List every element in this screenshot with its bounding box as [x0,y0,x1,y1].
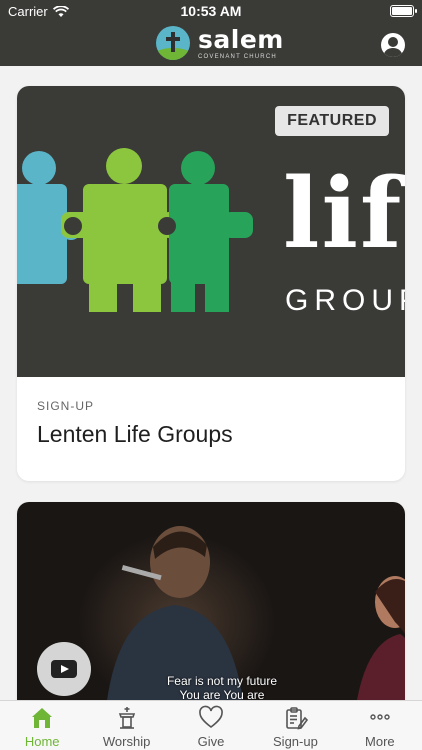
tab-label-home: Home [24,734,60,749]
tab-home[interactable]: Home [0,701,84,750]
featured-card[interactable]: life GROUP FEATURED SIGN-UP Lenten Life … [17,86,405,481]
youtube-icon [51,660,77,678]
art-word-group: GROUP [285,284,405,317]
youtube-play-button[interactable] [37,642,91,696]
ellipsis-icon [370,714,390,720]
clipboard-icon [286,707,309,730]
top-bar: Carrier 10:53 AM salem COVENANT CHURCH [0,0,422,66]
featured-badge: FEATURED [275,106,389,136]
content-feed[interactable]: life GROUP FEATURED SIGN-UP Lenten Life … [0,66,422,700]
video-caption: Fear is not my future You are You are [137,674,307,700]
tab-label-signup: Sign-up [273,734,318,749]
caption-line-2: You are You are [179,687,265,700]
singer-silhouette [107,526,243,700]
heart-icon [199,705,223,729]
tab-label-give: Give [197,734,225,749]
tab-more[interactable]: More [338,701,422,750]
tab-signup[interactable]: Sign-up [253,701,337,750]
home-icon [32,708,53,728]
card-category: SIGN-UP [37,399,95,413]
singer-silhouette-2 [356,576,405,700]
status-bar: Carrier 10:53 AM [0,0,422,22]
brand-name: salem [198,24,284,54]
logo-emblem-icon [156,26,190,60]
pulpit-icon [118,707,135,729]
logo-wordmark: salem COVENANT CHURCH [198,27,284,60]
life-groups-artwork: life GROUP FEATURED [17,86,405,377]
video-card[interactable]: Fear is not my future You are You are [17,502,405,700]
brand-subtitle: COVENANT CHURCH [198,53,277,60]
tab-worship[interactable]: Worship [84,701,168,750]
battery-icon [390,5,417,17]
church-logo: salem COVENANT CHURCH [156,26,284,60]
video-thumbnail[interactable]: Fear is not my future You are You are [17,502,405,700]
card-meta: SIGN-UP Lenten Life Groups [17,377,405,448]
tab-bar: Home Worship Give Sign-up More [0,700,422,750]
status-time: 10:53 AM [180,3,242,19]
card-title[interactable]: Lenten Life Groups [37,421,385,448]
tab-give[interactable]: Give [169,701,253,750]
art-word-life: life [283,157,405,270]
user-icon [388,37,398,47]
tab-label-more: More [365,734,395,749]
caption-line-1: Fear is not my future [166,674,278,688]
profile-button[interactable] [381,33,405,57]
tab-label-worship: Worship [102,734,151,749]
